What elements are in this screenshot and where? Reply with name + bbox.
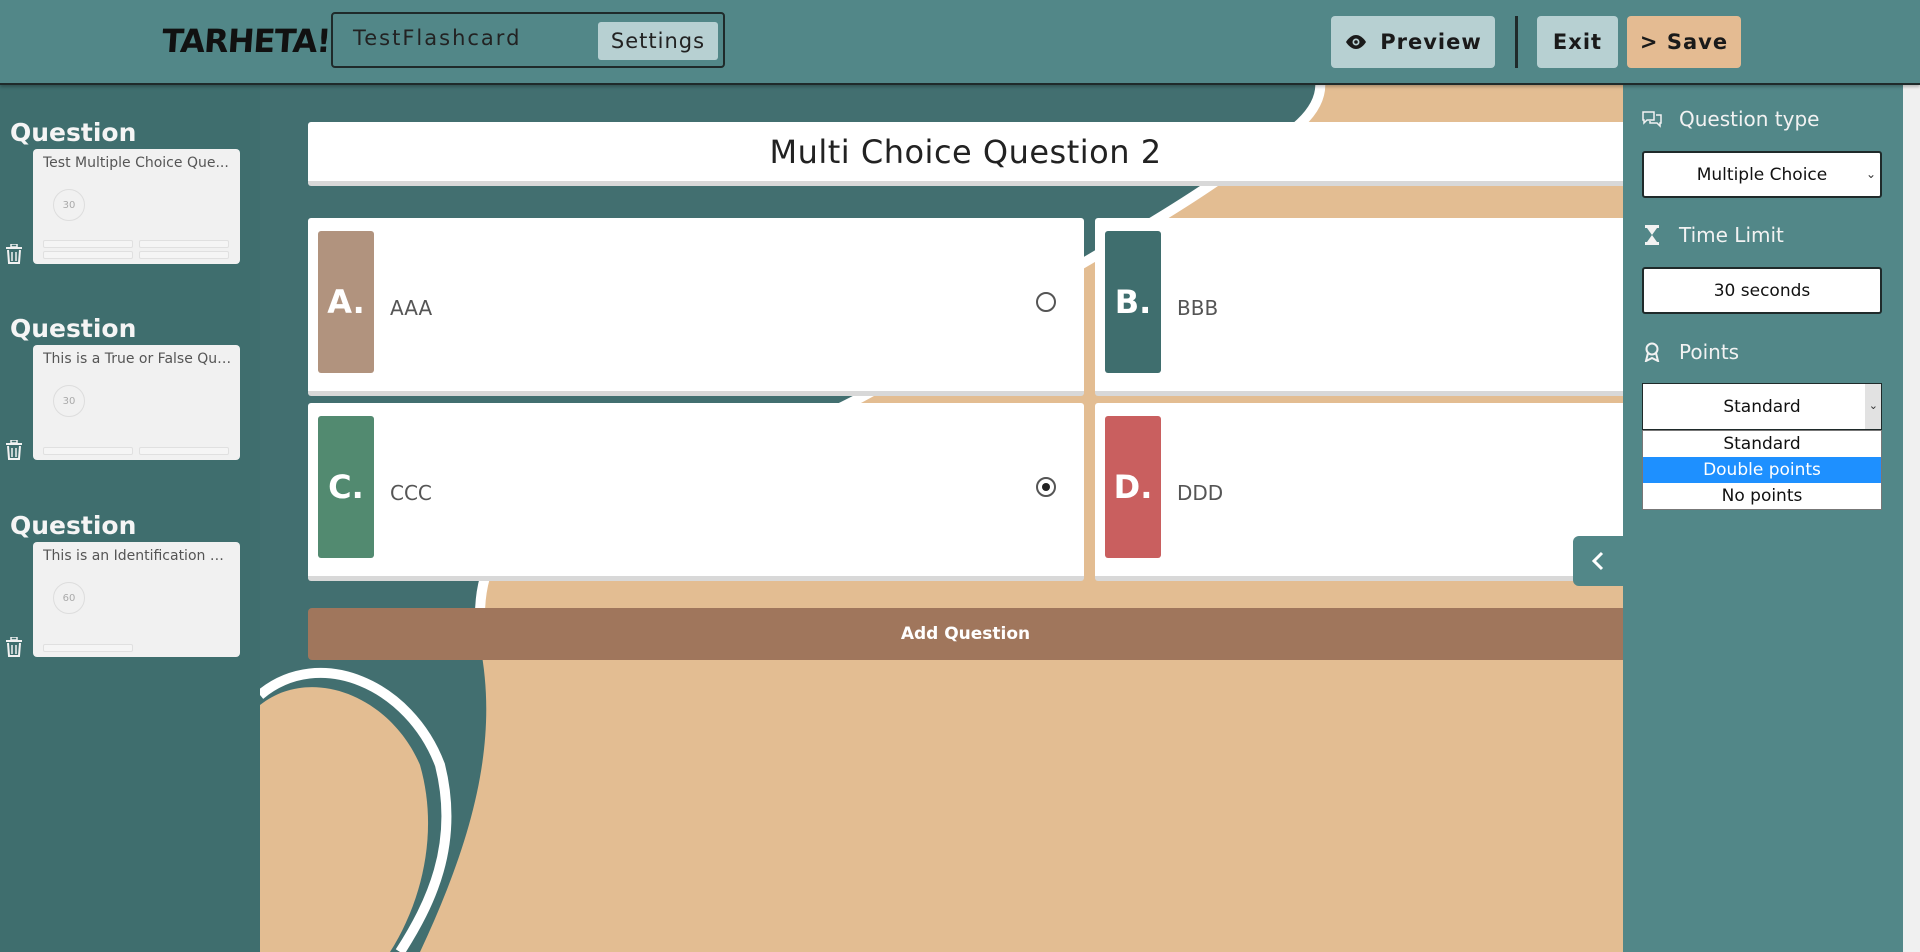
trash-icon[interactable] [5, 439, 23, 464]
question-thumbnail[interactable]: This is an Identification Q... 60 [33, 542, 240, 657]
question-type-select[interactable]: Multiple Choice ⌄ [1642, 151, 1882, 198]
chat-bubbles-icon [1641, 110, 1663, 128]
answer-text[interactable]: DDD [1177, 481, 1223, 505]
points-option-standard[interactable]: Standard [1643, 431, 1881, 457]
points-heading: Points [1641, 340, 1739, 364]
settings-button[interactable]: Settings [598, 22, 718, 60]
answer-text[interactable]: AAA [390, 296, 432, 320]
question-time-badge: 30 [53, 385, 85, 417]
answer-placeholder [43, 447, 133, 455]
question-preview-text: This is a True or False Que... [43, 351, 233, 367]
add-question-button[interactable]: Add Question [308, 608, 1623, 660]
question-list-item[interactable]: Question This is an Identification Q... … [0, 511, 260, 661]
trash-icon[interactable] [5, 636, 23, 661]
answer-placeholder [139, 240, 229, 248]
answer-placeholder [43, 251, 133, 259]
time-limit-value: 30 seconds [1713, 280, 1811, 301]
points-option-double[interactable]: Double points [1643, 457, 1881, 483]
time-limit-select[interactable]: 30 seconds [1642, 267, 1882, 314]
points-label: Points [1679, 340, 1740, 364]
preview-button[interactable]: Preview [1331, 16, 1495, 68]
question-type-heading: Question type [1641, 107, 1820, 131]
flashcard-title-input[interactable]: TestFlashcard [353, 26, 521, 50]
answer-option-c[interactable]: C. CCC [308, 403, 1084, 581]
time-limit-heading: Time Limit [1641, 223, 1784, 247]
question-list-item[interactable]: Question Test Multiple Choice Que... 30 [0, 118, 260, 268]
question-settings-panel: Question type Multiple Choice ⌄ Time Lim… [1623, 85, 1903, 952]
question-sidebar: Question Test Multiple Choice Que... 30 … [0, 85, 260, 952]
points-value: Standard [1723, 396, 1801, 417]
answer-text[interactable]: CCC [390, 481, 432, 505]
hourglass-icon [1641, 225, 1663, 245]
answer-letter-badge: B. [1105, 231, 1161, 373]
points-dropdown-list: Standard Double points No points [1642, 430, 1882, 510]
question-type-value: Multiple Choice [1696, 164, 1828, 185]
question-preview-text: Test Multiple Choice Que... [43, 155, 229, 171]
question-time-badge: 30 [53, 189, 85, 221]
trash-icon[interactable] [5, 243, 23, 268]
points-select[interactable]: Standard ⌄ [1642, 383, 1882, 430]
award-icon [1641, 342, 1663, 362]
eye-icon [1344, 34, 1368, 50]
answer-placeholder [139, 251, 229, 259]
answer-text[interactable]: BBB [1177, 296, 1218, 320]
preview-label: Preview [1380, 30, 1482, 54]
answer-letter-badge: C. [318, 416, 374, 558]
answer-letter-badge: D. [1105, 416, 1161, 558]
answer-option-b[interactable]: B. BBB [1095, 218, 1623, 396]
question-thumbnail[interactable]: This is a True or False Que... 30 [33, 345, 240, 460]
question-label: Question [10, 118, 137, 147]
question-title[interactable]: Multi Choice Question 2 [308, 122, 1623, 186]
answer-option-a[interactable]: A. AAA [308, 218, 1084, 396]
app-logo[interactable]: TARHETA! [161, 22, 332, 60]
correct-answer-radio[interactable] [1036, 477, 1056, 497]
question-editor-canvas: Multi Choice Question 2 A. AAA B. BBB C.… [260, 85, 1623, 952]
collapse-panel-button[interactable] [1573, 536, 1623, 586]
question-list-item[interactable]: Question This is a True or False Que... … [0, 314, 260, 464]
save-button[interactable]: > Save [1627, 16, 1741, 68]
flashcard-title-box: TestFlashcard Settings [331, 12, 725, 68]
answer-placeholder [139, 447, 229, 455]
page-scrollbar[interactable] [1903, 85, 1920, 952]
header-divider [1515, 16, 1518, 68]
question-time-badge: 60 [53, 582, 85, 614]
correct-answer-radio[interactable] [1036, 292, 1056, 312]
question-label: Question [10, 511, 137, 540]
exit-button[interactable]: Exit [1537, 16, 1618, 68]
question-thumbnail[interactable]: Test Multiple Choice Que... 30 [33, 149, 240, 264]
chevron-left-icon [1591, 551, 1604, 571]
answer-option-d[interactable]: D. DDD [1095, 403, 1623, 581]
question-type-label: Question type [1679, 107, 1820, 131]
answer-letter-badge: A. [318, 231, 374, 373]
question-preview-text: This is an Identification Q... [43, 548, 233, 564]
chevron-down-icon: ⌄ [1868, 399, 1878, 412]
chevron-down-icon: ⌄ [1865, 167, 1876, 181]
answer-placeholder [43, 240, 133, 248]
time-limit-label: Time Limit [1679, 223, 1784, 247]
top-header: TARHETA! TestFlashcard Settings Preview … [0, 0, 1920, 85]
question-label: Question [10, 314, 137, 343]
answer-placeholder [43, 644, 133, 652]
points-option-none[interactable]: No points [1643, 483, 1881, 509]
